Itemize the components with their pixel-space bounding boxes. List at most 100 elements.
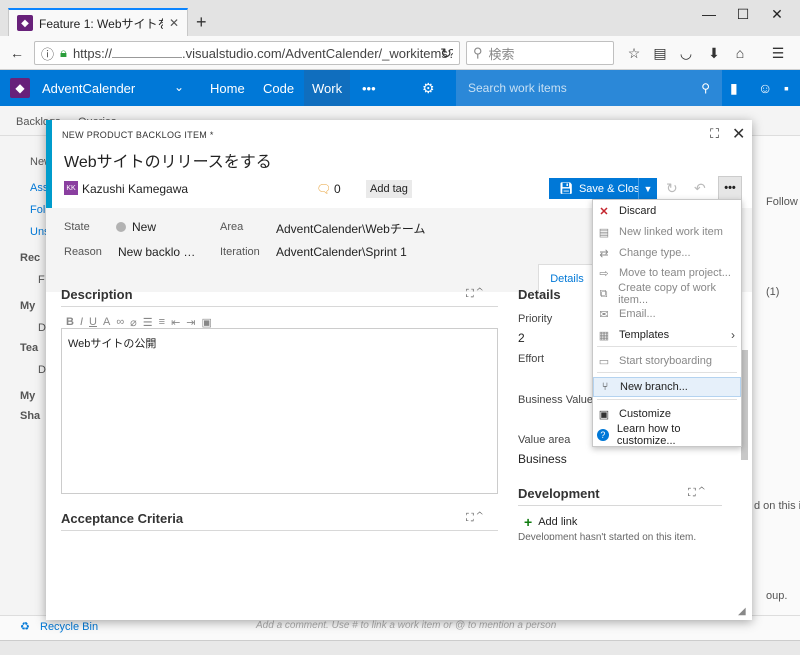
bg-label: My [20, 390, 36, 402]
expand-section-icon[interactable]: ⛶ ⌃ [688, 487, 705, 500]
menu-item-move[interactable]: ⇨ Move to team project... [593, 263, 741, 283]
add-link-button[interactable]: + Add link [524, 514, 577, 530]
menu-item-new-linked[interactable]: ▤ New linked work item [593, 222, 741, 242]
bg-label: My [20, 300, 36, 312]
menu-item-copy[interactable]: ⧉ Create copy of work item... [593, 282, 741, 306]
chevron-down-icon[interactable]: ⌄ [174, 80, 184, 94]
nav-work[interactable]: Work [304, 70, 351, 106]
menu-item-change-type[interactable]: ⇄ Change type... [593, 243, 741, 263]
user-avatar-icon[interactable]: ▪ [784, 80, 789, 96]
tab-close-icon[interactable]: ✕ [169, 16, 179, 30]
window-close-icon[interactable]: ✕ [762, 6, 792, 23]
bg-label: F [38, 274, 45, 286]
horizontal-scrollbar[interactable] [0, 640, 800, 655]
vs-logo-icon[interactable]: ◆ [10, 78, 30, 98]
menu-label: Move to team project... [619, 267, 731, 279]
details-header[interactable]: Details [518, 287, 561, 302]
comment-input[interactable]: Add a comment. Use # to link a work item… [256, 620, 556, 631]
description-header[interactable]: Description [61, 287, 133, 302]
maximize-icon[interactable]: ☐ [728, 6, 758, 23]
description-editor[interactable]: Webサイトの公開 [61, 328, 498, 494]
acceptance-criteria-header[interactable]: Acceptance Criteria [61, 511, 183, 526]
close-dialog-icon[interactable]: ✕ [732, 124, 745, 144]
browser-tab[interactable]: ◆ Feature 1: Webサイトを提供… ✕ [8, 8, 188, 36]
menu-label: Start storyboarding [619, 355, 712, 367]
nav-code[interactable]: Code [255, 70, 302, 106]
new-tab-icon[interactable]: + [196, 12, 207, 33]
home-icon[interactable]: ⌂ [730, 45, 750, 61]
browser-menu-icon[interactable]: ☰ [768, 45, 788, 62]
comment-count: 0 [334, 182, 341, 196]
bg-label: D [38, 364, 46, 376]
reload-icon[interactable]: ↻ [436, 45, 456, 62]
menu-item-customize[interactable]: ▣ Customize [593, 404, 741, 424]
menu-item-templates[interactable]: ▦ Templates › [593, 325, 741, 345]
menu-item-email[interactable]: ✉ Email... [593, 304, 741, 324]
project-name[interactable]: AdventCalender [42, 81, 135, 96]
divider [61, 530, 498, 531]
more-actions-button[interactable]: ••• [718, 176, 742, 200]
bookmark-star-icon[interactable]: ☆ [624, 45, 644, 62]
shopping-bag-icon[interactable]: ▮ [730, 80, 738, 97]
info-icon[interactable]: ⓘ [41, 44, 54, 63]
expand-section-icon[interactable]: ⛶ ⌃ [466, 288, 483, 301]
undo-icon[interactable]: ↶ [694, 180, 706, 197]
menu-item-learn-customize[interactable]: ? Learn how to customize... [593, 423, 741, 447]
background-right-panel: Follow (1) d on this it oup. [752, 136, 800, 616]
expand-section-icon[interactable]: ⛶ ⌃ [466, 512, 483, 525]
development-header[interactable]: Development [518, 486, 600, 501]
menu-separator [597, 372, 737, 373]
priority-field[interactable]: 2 [518, 331, 525, 345]
menu-item-storyboard[interactable]: ▭ Start storyboarding [593, 351, 741, 371]
maximize-dialog-icon[interactable]: ⛶ [710, 126, 719, 142]
iteration-field[interactable]: AdventCalender\Sprint 1 [276, 245, 407, 259]
assignee-field[interactable]: Kazushi Kamegawa [82, 182, 188, 196]
plus-icon: + [524, 514, 533, 530]
url-bar[interactable]: ⓘ 🔒︎ https://.visualstudio.com/AdventCal… [34, 41, 460, 65]
development-note: Development hasn't started on this item. [518, 532, 697, 540]
work-item-title[interactable]: Webサイトのリリースをする [64, 148, 272, 172]
work-item-type-label: NEW PRODUCT BACKLOG ITEM * [62, 130, 214, 140]
scrollbar-thumb[interactable] [741, 350, 748, 460]
menu-item-discard[interactable]: ✕ Discard [593, 201, 741, 221]
tab-title: Feature 1: Webサイトを提供… [39, 16, 163, 31]
bg-follow[interactable]: Follow [766, 196, 798, 208]
browser-search-input[interactable]: ⚲ 検索 [466, 41, 614, 65]
nav-more[interactable]: ••• [354, 70, 384, 106]
work-item-type-accent [46, 120, 52, 208]
vs-favicon-icon: ◆ [17, 15, 33, 31]
new-linked-icon: ▤ [598, 226, 610, 239]
download-icon[interactable]: ⬇ [704, 45, 724, 62]
bg-label: Sha [20, 410, 41, 422]
value-area-field[interactable]: Business [518, 452, 567, 466]
area-field[interactable]: AdventCalender\Webチーム [276, 220, 426, 237]
nav-home[interactable]: Home [202, 70, 253, 106]
branch-icon: ⑂ [601, 381, 609, 393]
bg-label: Fol [30, 204, 46, 216]
reason-field[interactable]: New backlo … [118, 245, 195, 259]
comment-icon[interactable]: 🗨︎ [316, 182, 331, 196]
menu-label: Customize [619, 408, 671, 420]
save-close-label: Save & Close [578, 182, 646, 195]
divider [61, 306, 498, 307]
recycle-bin-icon[interactable]: ♻ [20, 620, 30, 633]
chevron-right-icon: › [731, 328, 735, 342]
background-left-panel: New Ass Fol Uns Rec F My D Tea D My Sha [0, 136, 52, 616]
recycle-bin-link[interactable]: Recycle Bin [40, 621, 98, 633]
refresh-icon[interactable]: ↻ [666, 180, 678, 197]
reading-list-icon[interactable]: ▤ [650, 45, 670, 62]
settings-gear-icon[interactable]: ⚙ [422, 80, 435, 97]
pocket-icon[interactable]: ◡ [676, 45, 696, 62]
minimize-icon[interactable]: — [694, 6, 724, 22]
storyboard-icon: ▭ [598, 355, 610, 368]
state-field[interactable]: New [132, 220, 156, 234]
smiley-icon[interactable]: ☺ [758, 80, 772, 96]
resize-handle-icon[interactable]: ◢ [738, 606, 746, 617]
menu-item-new-branch[interactable]: ⑂ New branch... [593, 377, 741, 397]
save-dropdown-icon[interactable]: ▼ [638, 178, 657, 199]
work-item-search-input[interactable]: Search work items ⚲ [456, 70, 722, 106]
help-icon: ? [597, 429, 609, 441]
add-tag-button[interactable]: Add tag [366, 180, 412, 198]
browser-navbar: ← ⓘ 🔒︎ https://.visualstudio.com/AdventC… [0, 36, 800, 70]
back-icon[interactable]: ← [6, 42, 28, 64]
